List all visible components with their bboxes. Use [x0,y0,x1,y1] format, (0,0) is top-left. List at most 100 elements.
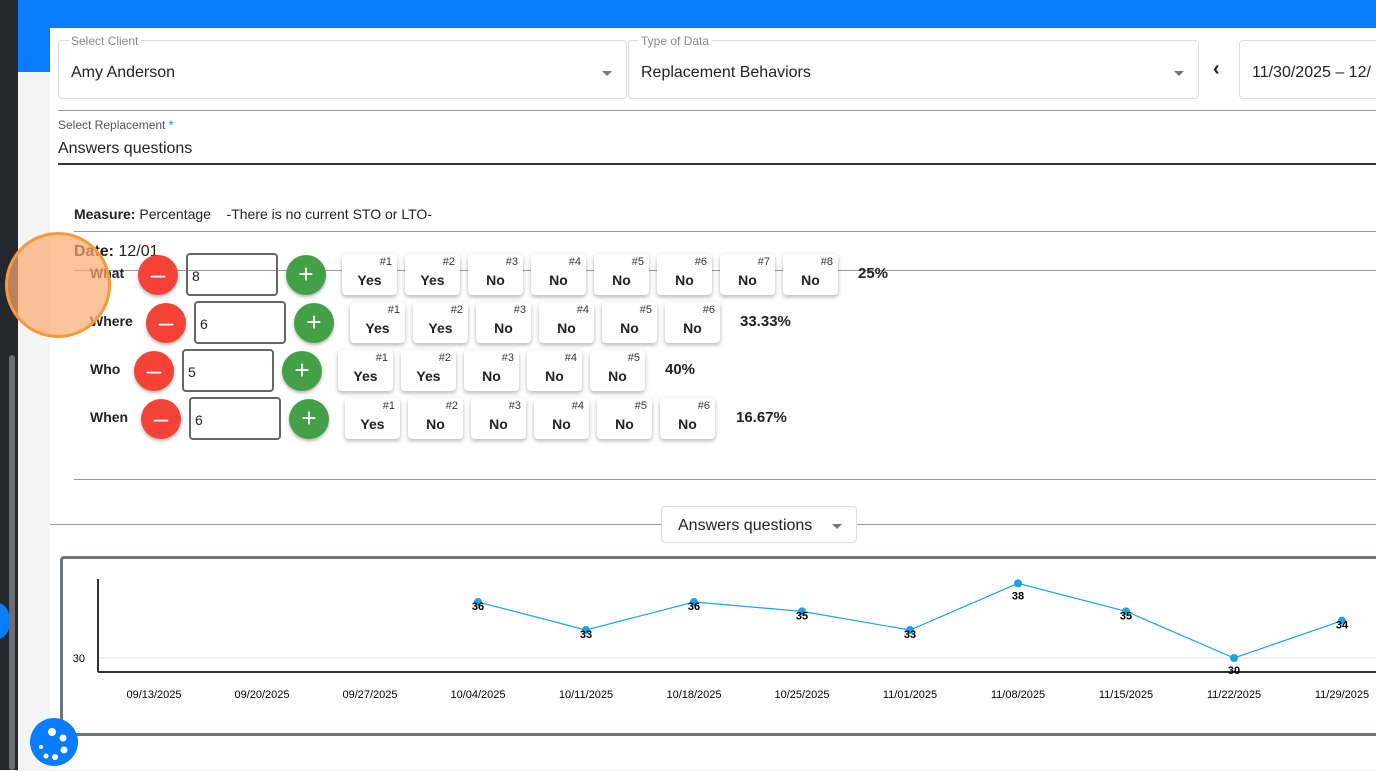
required-mark: * [168,118,174,132]
x-tick-label: 11/22/2025 [1207,689,1261,701]
client-select[interactable]: Select Client Amy Anderson [58,34,627,99]
trial-number: #7 [757,256,770,268]
trial-toggle[interactable]: #5 No [590,350,645,391]
x-tick-label: 10/25/2025 [774,689,829,701]
trial-toggle[interactable]: #2 Yes [413,302,468,343]
trial-toggle[interactable]: #1 Yes [345,398,400,439]
type-label: Type of Data [639,34,712,48]
trial-number: #3 [501,352,514,364]
trial-toggle[interactable]: #6 No [660,398,715,439]
type-value: Replacement Behaviors [641,64,811,81]
replacement-label-text: Select Replacement [58,118,166,132]
x-tick-label: 09/27/2025 [342,689,397,701]
trial-toggle[interactable]: #2 No [408,398,463,439]
trial-number: #6 [697,400,710,412]
trial-value: No [549,272,568,288]
data-label: 35 [1120,610,1132,622]
trial-count-input[interactable]: 6 [194,301,286,344]
client-value: Amy Anderson [71,64,176,81]
trial-count-input[interactable]: 5 [182,349,274,392]
trial-toggle[interactable]: #5 No [594,254,649,295]
prev-date-button[interactable]: ‹ [1213,58,1220,81]
decrement-button[interactable]: – [141,399,181,439]
trial-toggle[interactable]: #3 No [471,398,526,439]
trial-toggle[interactable]: #3 No [468,254,523,295]
data-label: 36 [472,601,484,613]
increment-button[interactable]: + [286,255,326,295]
decrement-button[interactable]: – [138,255,178,295]
x-tick-label: 11/15/2025 [1099,689,1153,701]
trial-toggle[interactable]: #1 Yes [338,350,393,391]
chart-select-value: Answers questions [678,517,813,534]
trial-toggle[interactable]: #3 No [464,350,519,391]
trial-toggle[interactable]: #8 No [783,254,838,295]
date-range-value: 11/30/2025 – 12/ [1252,64,1371,81]
trial-number: #4 [571,400,584,412]
trial-toggle[interactable]: #5 No [602,302,657,343]
x-tick-label: 10/04/2025 [450,689,505,701]
divider [74,479,1376,480]
replacement-select[interactable]: Answers questions [58,140,1376,165]
trial-value: No [620,320,639,336]
trial-value: No [486,272,505,288]
x-tick-label: 10/18/2025 [666,689,721,701]
trial-toggle[interactable]: #5 No [597,398,652,439]
trial-number: #4 [568,256,581,268]
touch-indicator [5,232,111,338]
increment-button[interactable]: + [294,303,334,343]
trial-toggle[interactable]: #3 No [476,302,531,343]
trial-value: No [608,368,627,384]
data-label: 34 [1336,620,1349,632]
trial-count-input[interactable]: 6 [189,397,281,440]
trial-toggle[interactable]: #1 Yes [350,302,405,343]
trial-value: No [612,272,631,288]
trial-value: Yes [360,416,385,432]
x-tick-label: 11/08/2025 [991,689,1045,701]
trial-number: #4 [576,304,589,316]
trial-value: No [615,416,634,432]
trial-toggle[interactable]: #4 No [534,398,589,439]
trial-toggle[interactable]: #7 No [720,254,775,295]
trial-toggle[interactable]: #6 No [657,254,712,295]
measure-note: -There is no current STO or LTO- [226,206,432,222]
trial-number: #3 [513,304,526,316]
trial-toggle[interactable]: #4 No [527,350,582,391]
trial-number: #5 [634,400,647,412]
row-percent: 33.33% [740,313,791,330]
trial-number: #3 [508,400,521,412]
trial-toggle[interactable]: #4 No [531,254,586,295]
decrement-button[interactable]: – [146,303,186,343]
increment-button[interactable]: + [289,399,329,439]
trial-number: #5 [627,352,640,364]
decrement-button[interactable]: – [134,351,174,391]
increment-button[interactable]: + [282,351,322,391]
trial-toggle[interactable]: #6 No [665,302,720,343]
trial-number: #2 [445,400,458,412]
accessibility-button[interactable] [30,718,78,766]
trial-value: Yes [420,272,445,288]
x-tick-label: 09/13/2025 [126,689,181,701]
date-range-field[interactable]: 11/30/2025 – 12/ [1239,40,1376,99]
line-chart: 30 09/13/2025 09/20/2025 09/27/2025 10/04/20… [73,579,1376,701]
trial-toggle[interactable]: #1 Yes [342,254,397,295]
trial-number: #2 [450,304,463,316]
trial-number: #2 [442,256,455,268]
trial-toggle[interactable]: #2 Yes [401,350,456,391]
x-tick-label: 11/01/2025 [883,689,937,701]
chart-replacement-select[interactable]: Answers questions [661,506,857,543]
trial-toggle[interactable]: #4 No [539,302,594,343]
trial-number: #1 [387,304,400,316]
trial-value: No [557,320,576,336]
type-select[interactable]: Type of Data Replacement Behaviors [628,34,1199,99]
data-label: 33 [904,629,916,641]
row-percent: 40% [665,361,696,378]
trial-value: No [675,272,694,288]
x-tick-label: 10/11/2025 [559,689,613,701]
trial-count-input[interactable]: 8 [186,253,278,296]
measure-line: Measure: Percentage -There is no current… [74,206,432,222]
row-label: Who [90,361,121,377]
data-label: 35 [796,610,808,622]
scrollbar[interactable] [9,355,15,770]
divider [58,110,1376,111]
trial-toggle[interactable]: #2 Yes [405,254,460,295]
